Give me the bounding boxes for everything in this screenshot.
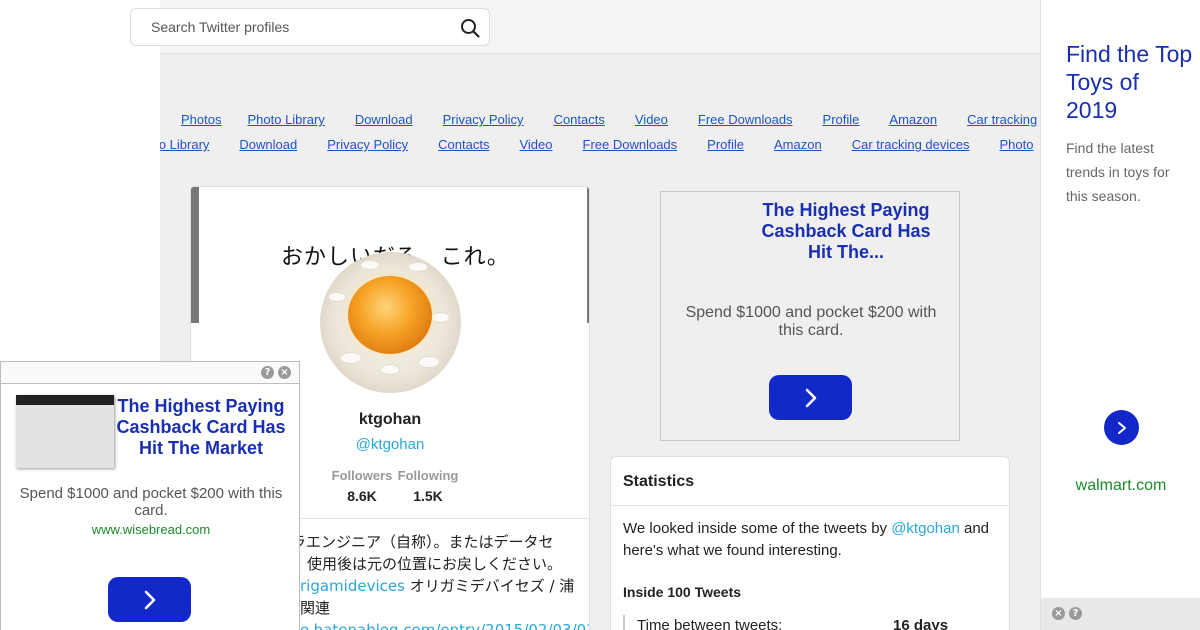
- popup-ad-header: ? ×: [1, 362, 299, 384]
- statistics-card: Statistics We looked inside some of the …: [610, 456, 1010, 630]
- nav-link-free-downloads[interactable]: Free Downloads: [583, 137, 678, 152]
- popup-ad-domain[interactable]: www.wisebread.com: [1, 522, 301, 537]
- following-label: Following: [397, 468, 459, 483]
- search-box[interactable]: [130, 8, 490, 46]
- nav-link-contacts[interactable]: Contacts: [554, 112, 605, 127]
- right-ad-footer: × ?: [1041, 598, 1200, 630]
- statistics-title: Statistics: [623, 473, 695, 490]
- bio-url-link[interactable]: o.hatenablog.com/entry/2015/02/03/0240: [300, 621, 589, 630]
- chevron-right-icon: [1117, 421, 1126, 434]
- nav-link-amazon[interactable]: Amazon: [774, 137, 822, 152]
- nav-link-amazon[interactable]: Amazon: [889, 112, 937, 127]
- nav-link-car-tracking[interactable]: Car tracking: [967, 112, 1037, 127]
- nav-link-download[interactable]: Download: [239, 137, 297, 152]
- divider: [611, 505, 1009, 506]
- avatar[interactable]: [320, 252, 461, 393]
- time-between-tweets-row: Time between tweets: 16 days: [623, 615, 1003, 630]
- followers-count: 8.6K: [347, 488, 377, 504]
- statistics-intro: We looked inside some of the tweets by @…: [623, 520, 990, 559]
- search-icon[interactable]: [459, 17, 481, 39]
- stat-values: 8.6K 1.5K: [329, 488, 461, 504]
- popup-ad-title[interactable]: The Highest Paying Cashback Card Has Hit…: [113, 396, 289, 459]
- right-ad-arrow-button[interactable]: [1104, 410, 1139, 445]
- right-ad-title[interactable]: Find the Top Toys of 2019: [1066, 40, 1196, 124]
- ad-arrow-button[interactable]: [769, 375, 852, 420]
- close-icon[interactable]: ×: [278, 366, 291, 379]
- right-ad-description: Find the latest trends in toys for this …: [1066, 140, 1170, 204]
- popup-ad-description: Spend $1000 and pocket $200 with this ca…: [19, 485, 283, 519]
- nav-links-row-1: Photos Photo Library Download Privacy Polic…: [181, 112, 1037, 127]
- right-ad-domain[interactable]: walmart.com: [1041, 477, 1200, 495]
- popup-ad-arrow-button[interactable]: [108, 577, 191, 622]
- nav-link-photos[interactable]: Photos: [181, 112, 221, 127]
- nav-links-row-2: oto Library Download Privacy Policy Contact…: [160, 137, 1033, 152]
- nav-link-profile[interactable]: Profile: [823, 112, 860, 127]
- statistics-handle-link[interactable]: @ktgohan: [891, 520, 960, 537]
- followers-label: Followers: [331, 468, 393, 483]
- nav-links-area: Photos Photo Library Download Privacy Polic…: [160, 100, 1042, 160]
- stat-labels: Followers Following: [329, 468, 461, 483]
- nav-link-download[interactable]: Download: [355, 112, 413, 127]
- bio-text: オリガミデバイセズ / 浦: [404, 577, 575, 595]
- chevron-right-icon: [144, 590, 155, 609]
- chevron-right-icon: [805, 388, 816, 407]
- close-icon[interactable]: ×: [1052, 607, 1065, 620]
- nav-link-photo-library[interactable]: oto Library: [160, 137, 209, 152]
- nav-link-car-tracking-devices[interactable]: Car tracking devices: [852, 137, 970, 152]
- help-icon[interactable]: ?: [1069, 607, 1082, 620]
- nav-link-video[interactable]: Video: [519, 137, 552, 152]
- nav-link-contacts[interactable]: Contacts: [438, 137, 489, 152]
- nav-link-privacy-policy[interactable]: Privacy Policy: [443, 112, 524, 127]
- time-between-value: 16 days: [893, 617, 949, 630]
- nav-link-free-downloads[interactable]: Free Downloads: [698, 112, 793, 127]
- right-ad[interactable]: Find the Top Toys of 2019 Find the lates…: [1040, 0, 1200, 630]
- ad-title[interactable]: The Highest Paying Cashback Card Has Hit…: [761, 200, 931, 263]
- nav-link-privacy-policy[interactable]: Privacy Policy: [327, 137, 408, 152]
- bio-link[interactable]: rigamidevices: [300, 577, 405, 595]
- nav-link-photo-library[interactable]: Photo Library: [247, 112, 324, 127]
- nav-link-profile[interactable]: Profile: [707, 137, 744, 152]
- ad-square[interactable]: The Highest Paying Cashback Card Has Hit…: [660, 191, 960, 441]
- following-count: 1.5K: [413, 488, 443, 504]
- popup-ad-image[interactable]: [16, 395, 114, 468]
- nav-link-video[interactable]: Video: [635, 112, 668, 127]
- ad-description: Spend $1000 and pocket $200 with this ca…: [685, 304, 937, 339]
- search-input[interactable]: [151, 9, 451, 45]
- inside-tweets-title: Inside 100 Tweets: [623, 584, 742, 600]
- help-icon[interactable]: ?: [261, 366, 274, 379]
- page: Photos Photo Library Download Privacy Polic…: [0, 0, 1200, 630]
- time-between-label: Time between tweets:: [637, 617, 783, 630]
- popup-ad[interactable]: ? × The Highest Paying Cashback Card Has…: [0, 361, 300, 630]
- nav-link-photo[interactable]: Photo: [1000, 137, 1034, 152]
